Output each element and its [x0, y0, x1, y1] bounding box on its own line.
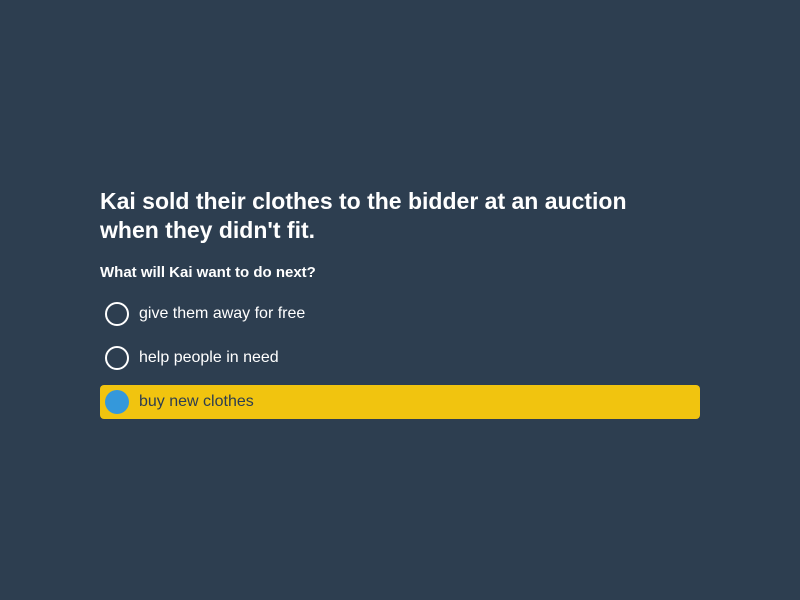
- answer-option-2[interactable]: help people in need: [100, 341, 700, 375]
- answer-option-3[interactable]: buy new clothes: [100, 385, 700, 419]
- quiz-card: Kai sold their clothes to the bidder at …: [100, 187, 700, 429]
- answer-option-label: give them away for free: [139, 305, 306, 322]
- radio-button-icon[interactable]: [105, 346, 129, 370]
- radio-button-icon[interactable]: [105, 390, 129, 414]
- answer-options: give them away for free help people in n…: [100, 297, 700, 419]
- answer-option-1[interactable]: give them away for free: [100, 297, 700, 331]
- answer-option-label: buy new clothes: [139, 393, 254, 410]
- radio-button-icon[interactable]: [105, 302, 129, 326]
- prompt-text: What will Kai want to do next?: [100, 264, 316, 281]
- question-text: Kai sold their clothes to the bidder at …: [100, 188, 627, 243]
- quiz-page: Kai sold their clothes to the bidder at …: [0, 0, 800, 600]
- answer-option-label: help people in need: [139, 349, 279, 366]
